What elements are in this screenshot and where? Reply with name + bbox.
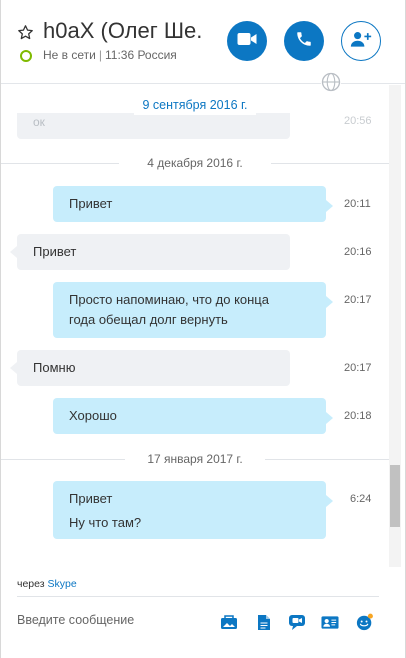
date-label: 17 января 2017 г. — [139, 449, 251, 469]
scrollbar-thumb[interactable] — [390, 465, 400, 527]
message-text: Привет — [69, 196, 113, 211]
local-time: 11:36 Россия — [104, 48, 177, 62]
via-service-link[interactable]: Skype — [48, 578, 77, 590]
divider — [1, 163, 119, 164]
contact-name[interactable]: h0aX (Олег Ше... — [43, 18, 203, 44]
divider — [271, 163, 389, 164]
contact-card-icon[interactable] — [321, 613, 339, 631]
divider — [265, 459, 389, 460]
message-bubble-incoming[interactable]: Привет — [10, 234, 290, 270]
message-text: Просто напоминаю, что до конца — [69, 292, 269, 307]
status-label: Не в сети — [43, 48, 96, 62]
partial-message-bubble — [17, 113, 290, 139]
date-separator-floating: 9 сентября 2016 г. — [1, 95, 389, 115]
message-input[interactable] — [17, 613, 207, 627]
conversation-header: h0aX (Олег Ше... Не в сети | 11:36 Россия — [1, 0, 405, 92]
date-label: 4 декабря 2016 г. — [139, 153, 251, 173]
message-bubble-outgoing[interactable]: Хорошо — [53, 398, 333, 434]
video-call-icon — [237, 32, 257, 51]
image-send-icon[interactable] — [220, 613, 238, 631]
date-separator: 17 января 2017 г. — [1, 449, 389, 469]
status-line: Не в сети | 11:36 Россия — [43, 48, 177, 62]
message-text: Ну что там? — [69, 515, 142, 530]
video-call-button[interactable] — [227, 21, 267, 61]
chat-window: h0aX (Олег Ше... Не в сети | 11:36 Россия … — [0, 0, 406, 658]
star-icon[interactable] — [17, 24, 34, 41]
partial-message-text: ок — [33, 115, 45, 129]
message-bubble-outgoing[interactable]: Привет — [53, 186, 333, 222]
message-text: Привет — [69, 491, 113, 506]
message-bubble-incoming[interactable]: Помню — [10, 350, 290, 386]
status-separator: | — [98, 48, 102, 62]
date-separator: 4 декабря 2016 г. — [1, 153, 389, 173]
partial-message-time: 20:56 — [344, 115, 372, 127]
emoji-icon[interactable] — [356, 613, 374, 631]
add-people-button[interactable] — [341, 21, 381, 61]
message-bubble-outgoing[interactable]: Просто напоминаю, что до конца года обещ… — [53, 282, 333, 338]
message-list[interactable]: ок 20:56 9 сентября 2016 г. 4 декабря 20… — [1, 85, 389, 567]
message-time: 20:11 — [344, 198, 371, 210]
message-text: года обещал долг вернуть — [69, 312, 228, 327]
message-time: 6:24 — [350, 493, 372, 505]
file-icon[interactable] — [255, 613, 273, 631]
message-bubble-outgoing[interactable]: Привет Ну что там? — [53, 481, 333, 539]
divider — [1, 459, 125, 460]
via-prefix: через — [17, 578, 45, 590]
message-time: 20:17 — [344, 294, 372, 306]
via-service-label: через Skype — [17, 578, 77, 590]
message-text: Хорошо — [69, 408, 117, 423]
audio-call-button[interactable] — [284, 21, 324, 61]
video-message-icon[interactable] — [288, 613, 306, 631]
message-time: 20:18 — [344, 410, 372, 422]
add-person-icon — [350, 30, 372, 53]
status-offline-icon — [20, 50, 32, 62]
phone-icon — [295, 30, 313, 53]
message-time: 20:17 — [344, 362, 372, 374]
divider — [17, 596, 379, 597]
message-text: Привет — [33, 244, 77, 259]
message-time: 20:16 — [344, 246, 372, 258]
date-label: 9 сентября 2016 г. — [134, 95, 256, 115]
message-text: Помню — [33, 360, 76, 375]
